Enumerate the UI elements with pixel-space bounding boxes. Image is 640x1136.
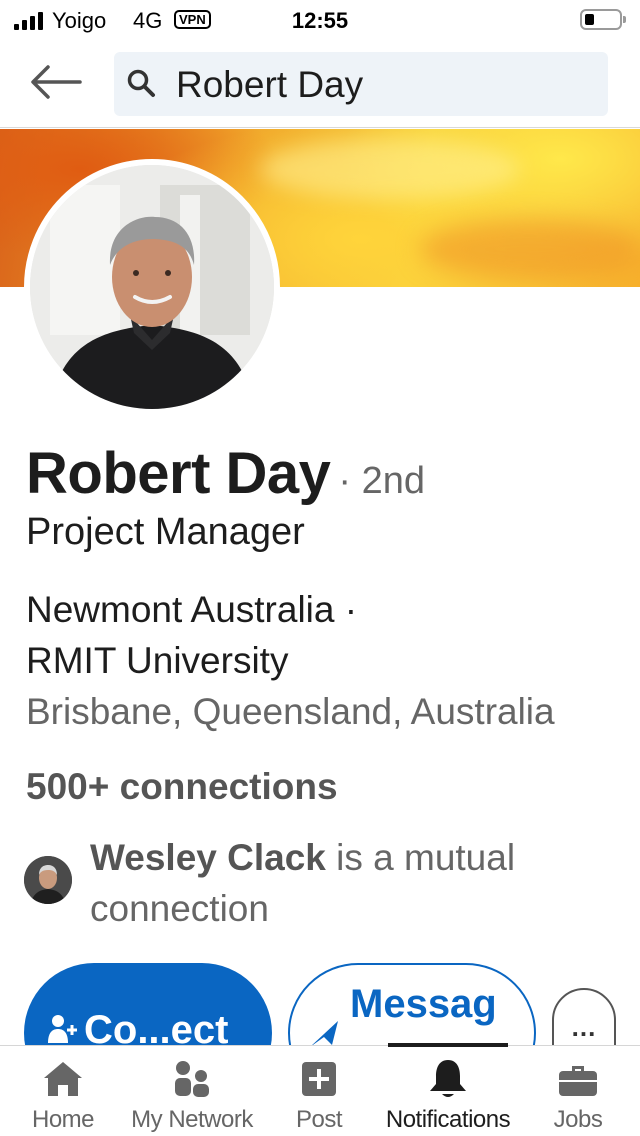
message-button-label: Messag bbox=[350, 982, 497, 1026]
mutual-connection-name[interactable]: Wesley Clack bbox=[90, 837, 326, 878]
profile-headline: Project Manager bbox=[26, 511, 305, 553]
home-icon bbox=[44, 1062, 82, 1096]
mutual-connection[interactable]: Wesley Clack is a mutual connection bbox=[24, 832, 624, 932]
connections-count[interactable]: 500+ connections bbox=[26, 766, 338, 808]
more-icon: ... bbox=[571, 1012, 597, 1042]
status-time: 12:55 bbox=[291, 8, 349, 33]
back-arrow-icon bbox=[31, 65, 82, 99]
bottom-tab-bar: Home My Network Post Notifications Jobs bbox=[0, 1043, 640, 1136]
mutual-connection-text: Wesley Clack is a mutual connection bbox=[90, 832, 610, 934]
tab-home-label: Home bbox=[31, 1106, 95, 1133]
back-button[interactable] bbox=[28, 62, 82, 102]
tab-home[interactable]: Home bbox=[0, 1046, 126, 1136]
tab-notifications-label: Notifications bbox=[385, 1106, 511, 1133]
tab-post-label: Post bbox=[295, 1106, 343, 1133]
search-icon bbox=[127, 69, 155, 97]
bell-icon bbox=[430, 1060, 466, 1097]
post-icon bbox=[302, 1062, 336, 1096]
search-input[interactable]: Robert Day bbox=[114, 52, 608, 116]
profile-school[interactable]: RMIT University bbox=[26, 640, 288, 682]
profile-name-line: Robert Day · 2nd bbox=[26, 440, 425, 507]
tab-jobs-label: Jobs bbox=[553, 1106, 603, 1133]
my-network-icon bbox=[175, 1061, 209, 1097]
tab-post[interactable]: Post bbox=[258, 1046, 380, 1136]
tab-my-network[interactable]: My Network bbox=[126, 1046, 258, 1136]
tab-my-network-label: My Network bbox=[131, 1106, 253, 1133]
profile-photo bbox=[30, 165, 274, 409]
profile-name: Robert Day bbox=[26, 441, 331, 506]
battery-icon bbox=[580, 9, 626, 30]
search-query-text: Robert Day bbox=[176, 64, 364, 105]
mutual-connection-avatar bbox=[24, 856, 72, 904]
add-person-icon bbox=[48, 1015, 77, 1043]
status-bar: Yoigo 4G VPN 12:55 bbox=[0, 0, 640, 40]
tab-notifications[interactable]: Notifications bbox=[380, 1046, 516, 1136]
search-header: Robert Day bbox=[0, 40, 640, 128]
connection-degree: · 2nd bbox=[338, 460, 426, 502]
tab-jobs[interactable]: Jobs bbox=[516, 1046, 640, 1136]
profile-company[interactable]: Newmont Australia · bbox=[26, 589, 357, 631]
profile-location: Brisbane, Queensland, Australia bbox=[26, 691, 555, 732]
briefcase-icon bbox=[559, 1066, 597, 1096]
profile-avatar[interactable] bbox=[24, 159, 280, 415]
